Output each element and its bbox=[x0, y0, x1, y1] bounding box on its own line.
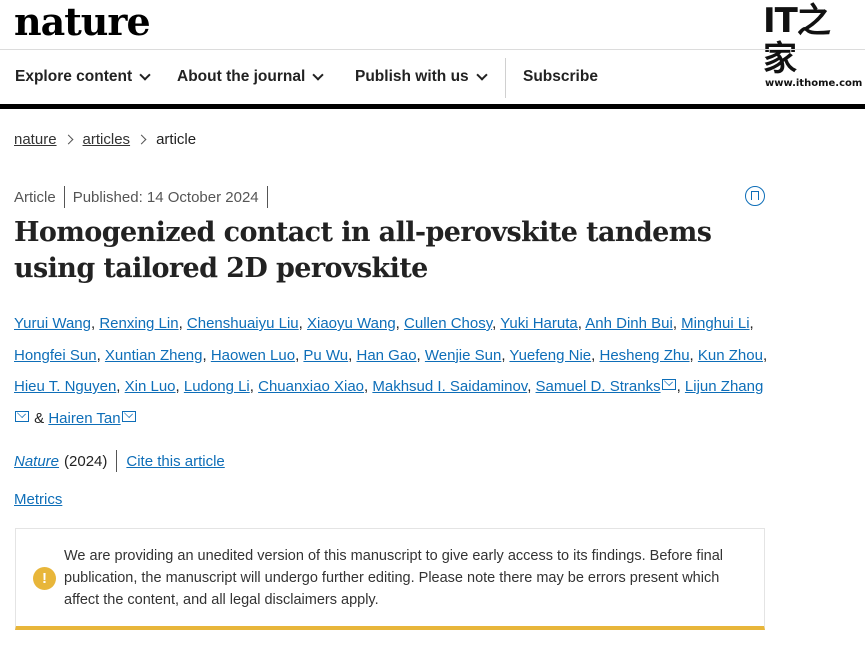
publication-year: (2024) bbox=[64, 452, 108, 470]
author-link[interactable]: Hairen Tan bbox=[48, 410, 120, 427]
notice-text: We are providing an unedited version of … bbox=[64, 548, 724, 608]
email-icon[interactable] bbox=[15, 410, 29, 422]
email-icon[interactable] bbox=[121, 410, 136, 422]
author-link[interactable]: Xin Luo bbox=[125, 378, 176, 395]
breadcrumb-articles[interactable]: articles bbox=[83, 131, 131, 148]
author-link[interactable]: Haowen Luo bbox=[211, 347, 295, 364]
author-link[interactable]: Hongfei Sun bbox=[14, 347, 97, 364]
unedited-notice: ! We are providing an unedited version o… bbox=[15, 528, 765, 630]
author-link[interactable]: Chuanxiao Xiao bbox=[258, 378, 364, 395]
nav-item-label: Explore content bbox=[15, 68, 133, 85]
author-link[interactable]: Chenshuaiyu Liu bbox=[187, 315, 299, 332]
nav-bottom-bar bbox=[0, 104, 865, 109]
article-type: Article bbox=[14, 188, 56, 206]
nav-about-the-journal[interactable]: About the journal bbox=[177, 50, 324, 104]
author-link[interactable]: Xiaoyu Wang bbox=[307, 315, 396, 332]
warning-icon: ! bbox=[33, 567, 56, 590]
author-link[interactable]: Renxing Lin bbox=[99, 315, 178, 332]
nature-logo[interactable]: nature bbox=[14, 2, 151, 42]
nav-subscribe[interactable]: Subscribe bbox=[523, 50, 598, 104]
nav-publish-with-us[interactable]: Publish with us bbox=[355, 50, 488, 104]
author-link[interactable]: Hieu T. Nguyen bbox=[14, 378, 116, 395]
nav-item-label: Subscribe bbox=[523, 68, 598, 85]
article-meta: Article Published: 14 October 2024 bbox=[14, 186, 276, 208]
nav-item-label: Publish with us bbox=[355, 68, 469, 85]
cite-divider bbox=[116, 450, 118, 472]
chevron-down-icon bbox=[476, 69, 488, 81]
author-link[interactable]: Pu Wu bbox=[303, 347, 348, 364]
email-icon[interactable] bbox=[661, 379, 676, 390]
author-link[interactable]: Yuefeng Nie bbox=[509, 347, 591, 364]
breadcrumb: nature articles article bbox=[14, 131, 196, 148]
nav-explore-content[interactable]: Explore content bbox=[15, 50, 151, 104]
metrics-link[interactable]: Metrics bbox=[14, 491, 62, 508]
chevron-right-icon bbox=[136, 134, 147, 145]
author-link[interactable]: Lijun Zhang bbox=[685, 378, 763, 395]
breadcrumb-nature[interactable]: nature bbox=[14, 131, 57, 148]
author-link[interactable]: Han Gao bbox=[357, 347, 417, 364]
breadcrumb-current: article bbox=[156, 131, 197, 148]
author-link[interactable]: Yuki Haruta bbox=[500, 315, 578, 332]
author-link[interactable]: Kun Zhou bbox=[698, 347, 763, 364]
bookmark-icon[interactable] bbox=[745, 186, 765, 206]
publish-date: Published: 14 October 2024 bbox=[72, 188, 259, 206]
citation-line: Nature (2024) Cite this article bbox=[14, 450, 225, 472]
chevron-down-icon bbox=[139, 69, 151, 81]
chevron-down-icon bbox=[312, 69, 324, 81]
author-link[interactable]: Yurui Wang bbox=[14, 315, 91, 332]
author-list: Yurui Wang, Renxing Lin, Chenshuaiyu Liu… bbox=[14, 315, 768, 427]
meta-divider bbox=[266, 186, 268, 208]
author-link[interactable]: Ludong Li bbox=[184, 378, 250, 395]
author-link[interactable]: Wenjie Sun bbox=[425, 347, 501, 364]
author-link[interactable]: Minghui Li bbox=[681, 315, 749, 332]
author-link[interactable]: Xuntian Zheng bbox=[105, 347, 203, 364]
metrics: Metrics bbox=[14, 491, 62, 508]
author-link[interactable]: Makhsud I. Saidaminov bbox=[372, 378, 527, 395]
author-link[interactable]: Anh Dinh Bui bbox=[585, 315, 673, 332]
author-link[interactable]: Cullen Chosy bbox=[404, 315, 492, 332]
article-title: Homogenized contact in all-perovskite ta… bbox=[14, 217, 712, 284]
author-link[interactable]: Hesheng Zhu bbox=[599, 347, 689, 364]
meta-divider bbox=[63, 186, 65, 208]
nav-item-label: About the journal bbox=[177, 68, 306, 85]
journal-link[interactable]: Nature bbox=[14, 453, 59, 470]
chevron-right-icon bbox=[63, 134, 73, 145]
cite-this-article-link[interactable]: Cite this article bbox=[126, 453, 224, 470]
author-link[interactable]: Samuel D. Stranks bbox=[536, 378, 661, 395]
main-nav: Explore content About the journal Publis… bbox=[0, 50, 865, 104]
nav-divider bbox=[505, 58, 506, 98]
